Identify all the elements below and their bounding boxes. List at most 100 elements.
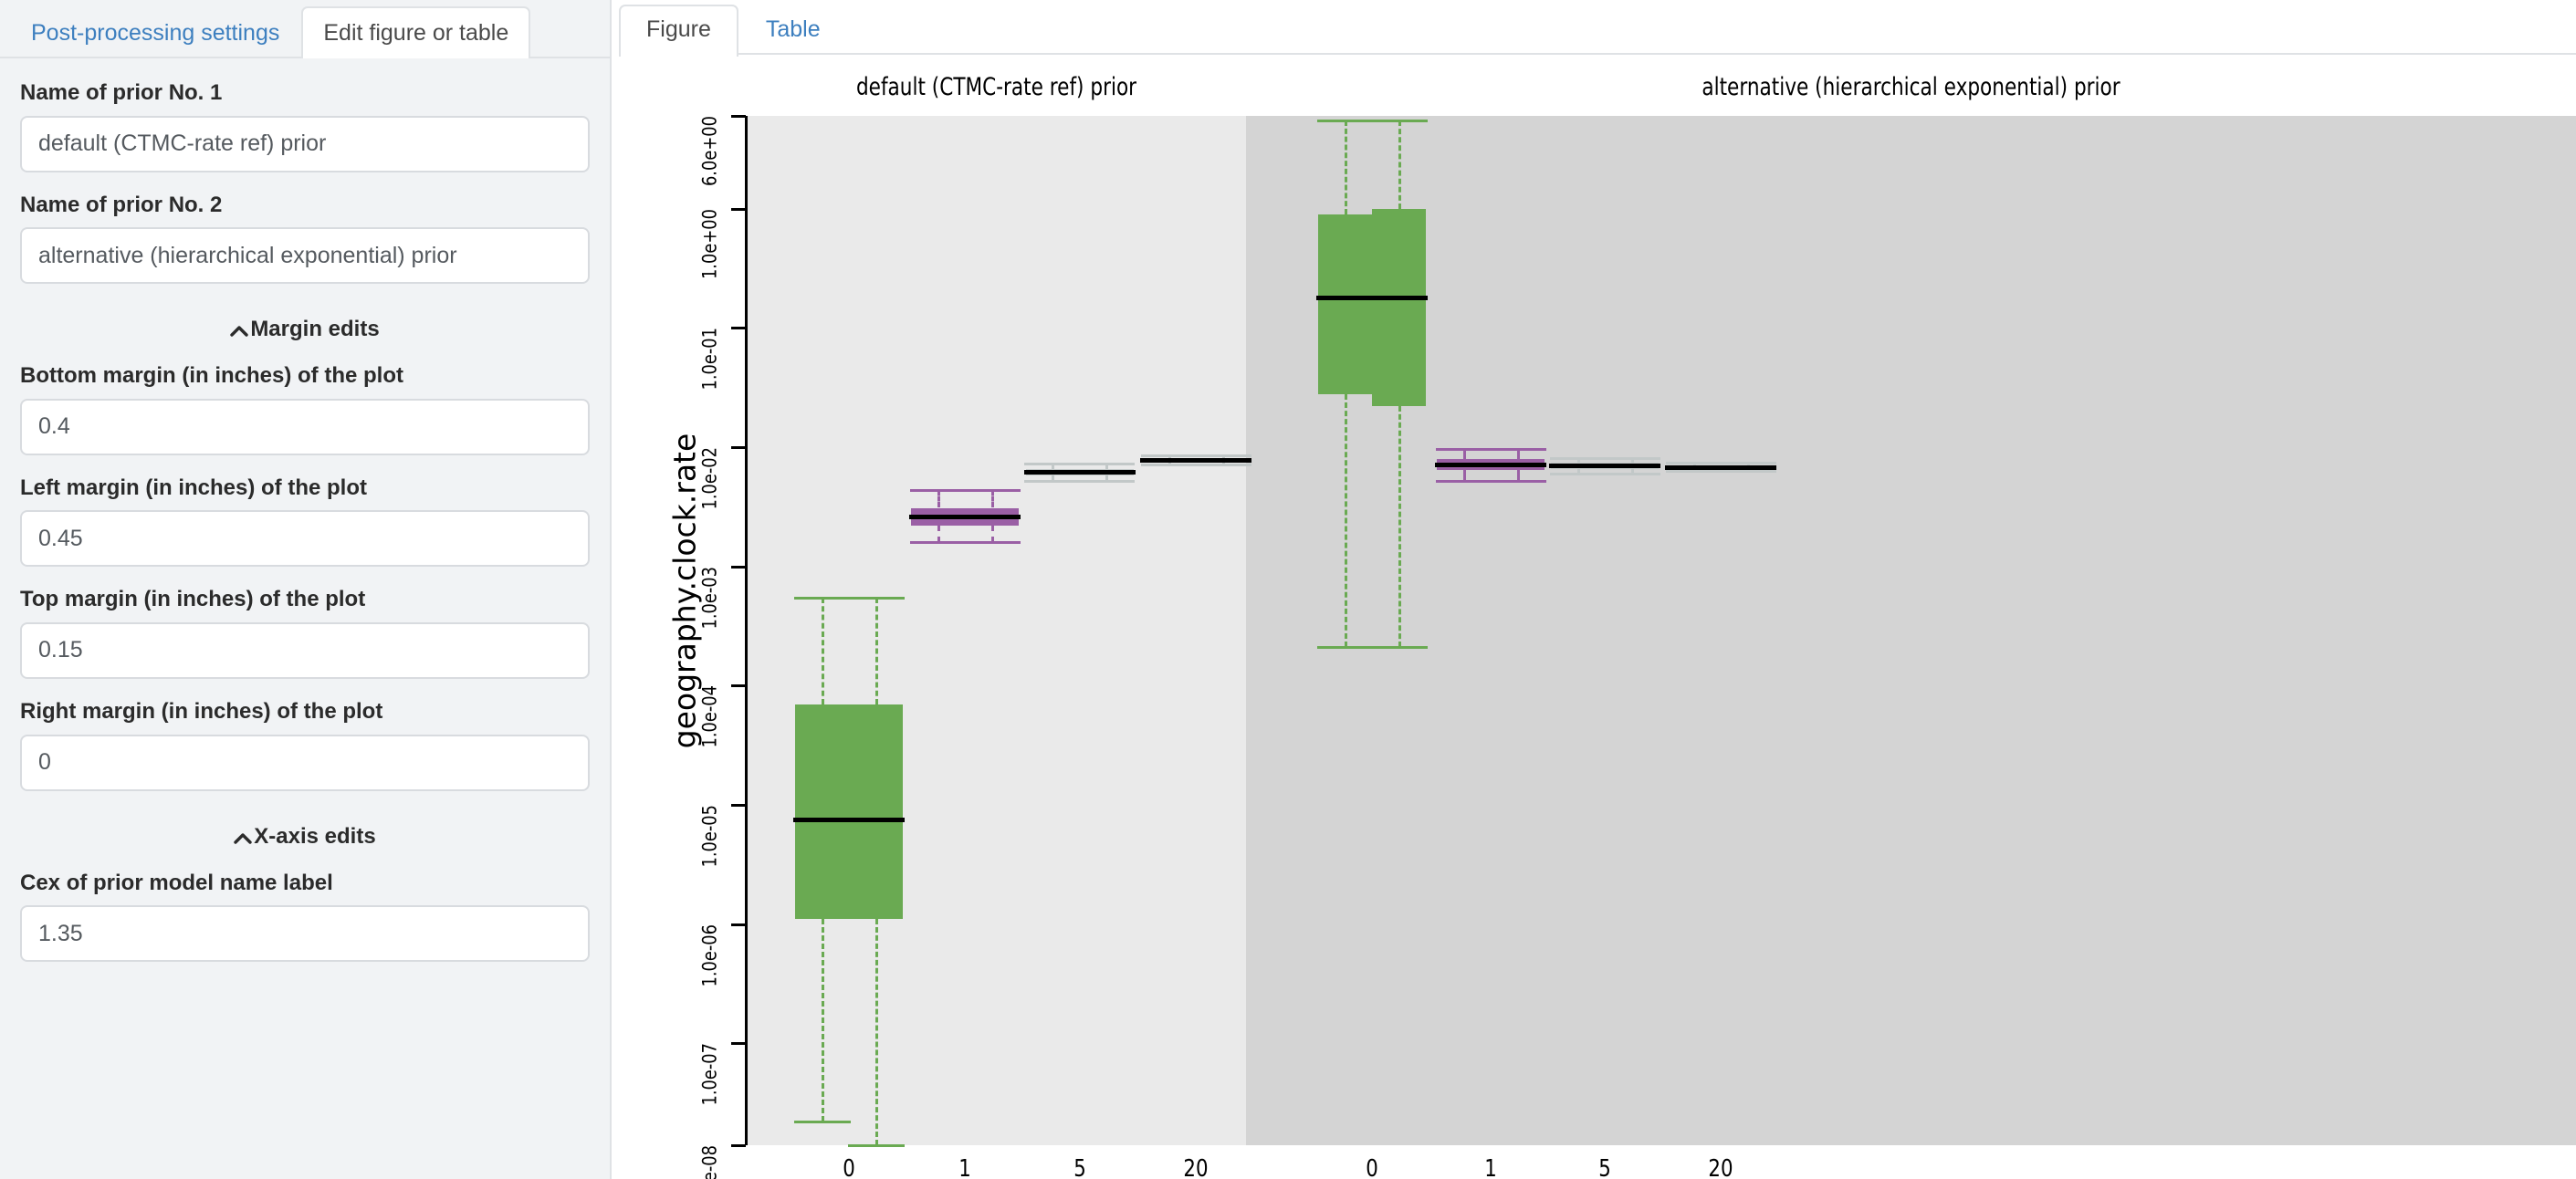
label-left-margin: Left margin (in inches) of the plot [20,475,590,501]
section-header-x-axis-edits[interactable]: X-axis edits [20,824,590,850]
label-cex-prior-model-name-label: Cex of prior model name label [20,871,590,896]
boxplot-whisker-cap-upper [794,597,851,600]
boxplot-whisker-cap-upper [1371,120,1428,122]
boxplot-whisker-lower [937,526,940,542]
boxplot-whisker-cap-upper [1666,462,1723,464]
boxplot-median [1078,470,1136,475]
y-axis-tick [731,446,746,449]
boxplot-whisker-lower [1345,394,1347,648]
label-bottom-margin: Bottom margin (in inches) of the plot [20,363,590,389]
boxplot-median [1194,458,1251,463]
x-axis-tick-label: 5 [1035,1155,1125,1179]
boxplot-whisker-cap-lower [1317,646,1374,649]
boxplot-whisker-cap-lower [1371,646,1428,649]
boxplot-median [847,818,905,822]
boxplot-whisker-cap-upper [1195,454,1251,457]
main-tabbar: Figure Table [612,0,2576,55]
boxplot-whisker-lower [875,919,878,1145]
tab-edit-figure-or-table[interactable]: Edit figure or table [301,6,530,59]
boxplot-whisker-cap-lower [794,1121,851,1123]
section-header-margin-edits[interactable]: Margin edits [20,317,590,343]
x-axis-tick-label: 20 [1151,1155,1241,1179]
input-prior-name-2[interactable] [20,227,590,284]
boxplot-whisker-cap-lower [910,541,967,544]
boxplot-median [1489,463,1546,467]
y-axis-title: geography.clock.rate [667,181,703,1002]
settings-sidebar: Post-processing settings Edit figure or … [0,0,612,1179]
boxplot-median [1719,465,1776,470]
boxplot-box [849,704,903,920]
x-axis-tick-label: 5 [1560,1155,1649,1179]
boxplot-median [1549,464,1607,468]
boxplot-median [909,515,967,519]
x-axis-tick-label: 0 [804,1155,894,1179]
input-left-margin[interactable] [20,510,590,567]
boxplot-whisker-cap-upper [1490,448,1546,451]
boxplot-median [1665,465,1723,470]
field-prior-name-1: Name of prior No. 1 [20,80,590,172]
y-axis-tick [731,208,746,211]
field-cex-prior-model-name-label: Cex of prior model name label [20,871,590,963]
boxplot-whisker-cap-lower [1195,464,1251,466]
label-right-margin: Right margin (in inches) of the plot [20,699,590,725]
input-prior-name-1[interactable] [20,116,590,172]
boxplot-figure: default (CTMC-rate ref) prior alternativ… [612,55,2576,1179]
boxplot-whisker-upper [875,598,878,704]
tab-post-processing-settings[interactable]: Post-processing settings [9,6,301,57]
boxplot-whisker-cap-upper [1550,457,1607,460]
tab-figure[interactable]: Figure [619,5,738,57]
boxplot-whisker-cap-upper [1604,457,1660,460]
boxplot-whisker-cap-upper [964,489,1021,492]
boxplot-whisker-cap-upper [910,489,967,492]
boxplot-whisker-cap-lower [1490,480,1546,483]
label-prior-name-1: Name of prior No. 1 [20,80,590,106]
application-window: Post-processing settings Edit figure or … [0,0,2576,1179]
y-axis-tick [731,327,746,329]
sidebar-form: Name of prior No. 1 Name of prior No. 2 … [0,80,610,962]
plot-panel-right-background [1246,116,2576,1145]
boxplot-whisker-cap-upper [1317,120,1374,122]
x-axis-tick-label: 1 [920,1155,1010,1179]
boxplot-whisker-lower [1398,406,1401,647]
boxplot-median [1140,458,1198,463]
y-axis-tick [731,1144,746,1147]
sidebar-tabbar: Post-processing settings Edit figure or … [0,0,610,58]
boxplot-median [793,818,851,822]
boxplot-whisker-cap-upper [848,597,905,600]
boxplot-whisker-upper [1398,120,1401,209]
boxplot-whisker-cap-lower [1720,470,1776,473]
boxplot-median [1603,464,1660,468]
tab-table[interactable]: Table [738,5,848,56]
y-axis-tick [731,566,746,569]
field-prior-name-2: Name of prior No. 2 [20,193,590,285]
boxplot-median [1316,296,1374,300]
field-right-margin: Right margin (in inches) of the plot [20,699,590,791]
input-cex-prior-model-name-label[interactable] [20,905,590,962]
boxplot-whisker-cap-lower [1666,470,1723,473]
label-top-margin: Top margin (in inches) of the plot [20,587,590,612]
panel-title-right: alternative (hierarchical exponential) p… [1379,73,2444,101]
field-top-margin: Top margin (in inches) of the plot [20,587,590,679]
section-title-margin-edits: Margin edits [250,317,379,341]
input-right-margin[interactable] [20,735,590,791]
boxplot-whisker-cap-upper [1141,454,1198,457]
chevron-up-icon [234,825,252,850]
boxplot-whisker-upper [822,598,824,704]
boxplot-median [963,515,1021,519]
boxplot-whisker-cap-upper [1078,463,1135,465]
y-axis-tick [731,804,746,807]
y-axis-line [745,116,748,1145]
boxplot-median [1370,296,1428,300]
boxplot-whisker-cap-lower [1550,473,1607,475]
boxplot-whisker-upper [991,490,994,508]
input-bottom-margin[interactable] [20,399,590,455]
input-top-margin[interactable] [20,622,590,679]
boxplot-whisker-cap-upper [1436,448,1492,451]
boxplot-whisker-cap-upper [1024,463,1081,465]
boxplot-whisker-cap-lower [1078,480,1135,483]
x-axis-tick-label: 20 [1676,1155,1765,1179]
boxplot-whisker-lower [822,919,824,1122]
boxplot-whisker-lower [991,526,994,542]
boxplot-whisker-cap-lower [964,541,1021,544]
boxplot-median [1435,463,1492,467]
